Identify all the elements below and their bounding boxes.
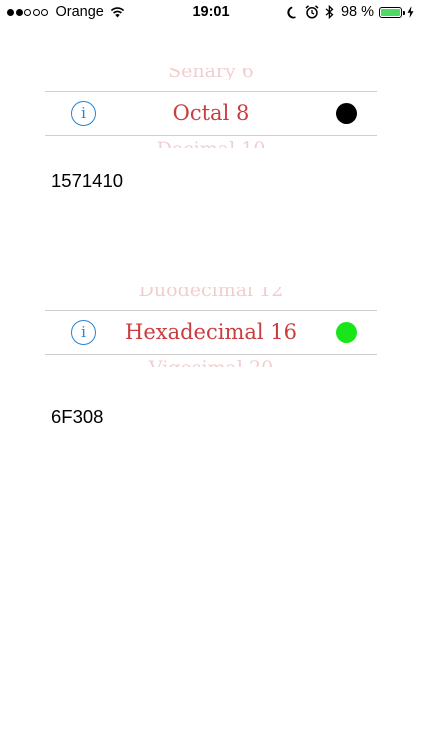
battery-fill [381, 8, 400, 16]
picker-selected-row[interactable]: i Octal 8 [45, 91, 377, 136]
base-picker-2[interactable]: Duodecimal 12 i Hexadecimal 16 Vigesimal… [45, 287, 377, 379]
converted-value: 1571410 [51, 170, 124, 191]
indicator-dot [336, 103, 357, 124]
converted-value: 6F308 [51, 406, 104, 427]
battery-tip [403, 10, 405, 15]
status-right: 98 % [281, 4, 414, 20]
status-bar: Orange 19:01 98 % [0, 0, 422, 24]
base-picker-1[interactable]: Senary 6 i Octal 8 Decimal 10 [45, 68, 377, 160]
picker-next-option[interactable]: Decimal 10 [45, 136, 377, 148]
picker-previous-option[interactable]: Duodecimal 12 [45, 287, 377, 299]
picker-selected-label: Hexadecimal 16 [125, 320, 297, 344]
battery-icon [379, 6, 405, 18]
picker-previous-option[interactable]: Senary 6 [45, 68, 377, 80]
battery-percent: 98 % [340, 4, 374, 20]
charging-icon [407, 6, 414, 18]
picker-selected-row[interactable]: i Hexadecimal 16 [45, 310, 377, 355]
alarm-icon [305, 5, 319, 19]
picker-next-option[interactable]: Vigesimal 20 [45, 355, 377, 367]
picker-selected-label: Octal 8 [172, 101, 250, 125]
moon-icon [287, 6, 299, 19]
indicator-dot [336, 322, 357, 343]
bluetooth-icon [325, 5, 334, 19]
